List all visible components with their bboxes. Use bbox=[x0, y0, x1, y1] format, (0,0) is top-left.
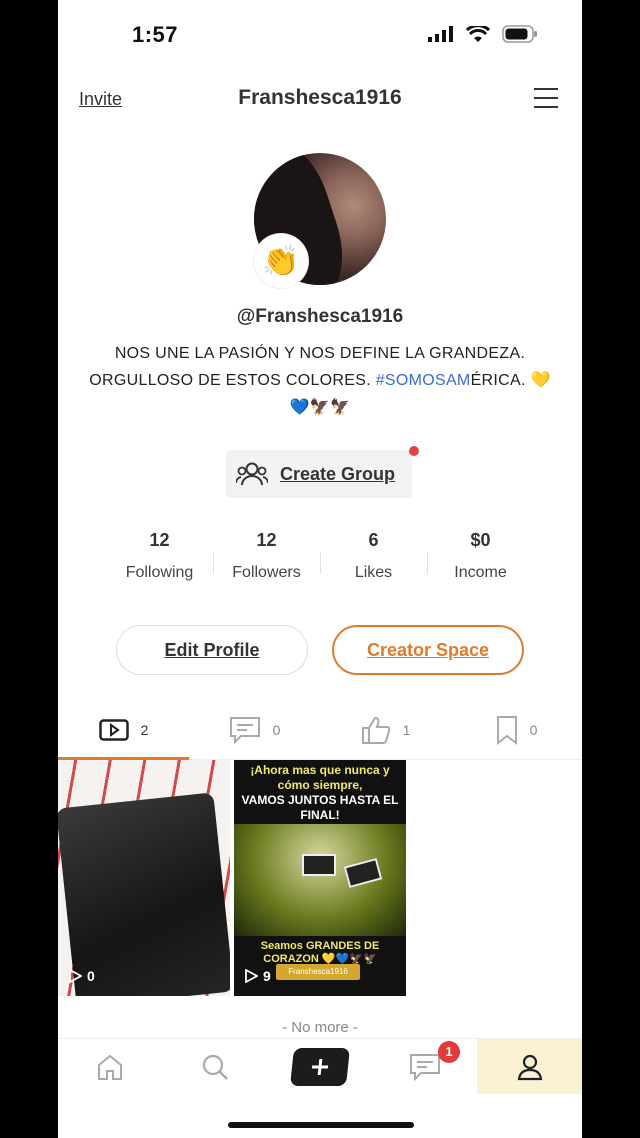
bio-line: NOS UNE LA PASIÓN Y NOS DEFINE LA GRANDE… bbox=[114, 345, 526, 362]
tab-likes[interactable]: 1 bbox=[320, 700, 451, 759]
view-count-value: 0 bbox=[87, 968, 95, 984]
create-group-label: Create Group bbox=[280, 463, 396, 484]
stat-label: Income bbox=[454, 564, 507, 581]
video-grid: 0 ¡Ahora mas que nunca y cómo siempre, V… bbox=[58, 760, 582, 996]
search-icon bbox=[203, 1054, 229, 1080]
home-indicator[interactable] bbox=[228, 1122, 414, 1128]
stat-label: Following bbox=[125, 564, 194, 581]
battery-icon bbox=[502, 25, 537, 43]
caption-line: VAMOS JUNTOS HASTA EL FINAL! bbox=[241, 793, 399, 822]
app-screen: 1:57 Invite Franshesca1916 👏 @Franshesca… bbox=[58, 0, 582, 1138]
thumbnail-image bbox=[234, 824, 406, 936]
view-count: 0 bbox=[68, 968, 95, 984]
view-count: 9 bbox=[244, 968, 271, 984]
stat-followers[interactable]: 12 Followers bbox=[213, 530, 320, 590]
user-handle: @Franshesca1916 bbox=[236, 306, 404, 327]
stat-value: $0 bbox=[470, 530, 491, 550]
stat-income[interactable]: $0 Income bbox=[427, 530, 534, 590]
caption-line: ¡Ahora mas que nunca y cómo siempre, bbox=[250, 763, 390, 792]
video-thumbnail[interactable]: ¡Ahora mas que nunca y cómo siempre, VAM… bbox=[234, 760, 406, 996]
no-more-label: - No more - bbox=[282, 1019, 358, 1036]
status-bar: 1:57 bbox=[58, 0, 582, 70]
nav-home[interactable] bbox=[58, 1039, 163, 1094]
profile-header: Invite Franshesca1916 bbox=[58, 78, 582, 122]
comment-icon bbox=[229, 716, 260, 744]
bottom-nav bbox=[58, 1038, 582, 1094]
thumbnail-stamp: Franshesca1916 bbox=[276, 964, 360, 980]
bio-line: ORGULLOSO DE ESTOS COLORES. #SOMOSAMÉRIC… bbox=[88, 367, 552, 394]
signal-icon bbox=[428, 26, 453, 42]
messages-icon bbox=[409, 1053, 440, 1081]
page-title: Franshesca1916 bbox=[238, 86, 402, 109]
bookmark-icon bbox=[496, 715, 517, 745]
hamburger-menu-icon[interactable] bbox=[534, 88, 558, 110]
bio-line: 💙🦅🦅 bbox=[289, 399, 351, 416]
profile-icon bbox=[517, 1054, 542, 1080]
tab-count: 0 bbox=[529, 721, 538, 738]
stat-label: Likes bbox=[354, 564, 393, 581]
nav-search[interactable] bbox=[163, 1039, 268, 1094]
profile-stats: 12 Following 12 Followers 6 Likes $0 Income bbox=[106, 530, 534, 590]
thumbnail-image bbox=[58, 792, 230, 996]
stat-value: 12 bbox=[256, 530, 277, 550]
video-thumbnail[interactable]: 0 bbox=[58, 760, 230, 996]
play-icon bbox=[245, 969, 258, 983]
nav-profile[interactable] bbox=[477, 1039, 582, 1094]
edit-profile-button[interactable]: Edit Profile bbox=[116, 625, 308, 675]
bio: NOS UNE LA PASIÓN Y NOS DEFINE LA GRANDE… bbox=[88, 340, 552, 421]
create-group-button[interactable]: Create Group bbox=[226, 450, 412, 498]
stat-value: 6 bbox=[368, 530, 379, 550]
view-count-value: 9 bbox=[263, 968, 271, 984]
status-time: 1:57 bbox=[132, 22, 179, 47]
video-icon bbox=[98, 718, 129, 741]
nav-messages[interactable] bbox=[372, 1039, 477, 1094]
play-icon bbox=[69, 969, 82, 983]
group-icon bbox=[236, 462, 268, 486]
notification-dot bbox=[409, 446, 419, 456]
tab-videos[interactable]: 2 bbox=[58, 700, 189, 760]
thumbnail-caption: ¡Ahora mas que nunca y cómo siempre, VAM… bbox=[234, 760, 406, 824]
stat-following[interactable]: 12 Following bbox=[106, 530, 213, 590]
like-icon bbox=[361, 716, 390, 744]
nav-create[interactable] bbox=[268, 1039, 373, 1094]
creator-space-button[interactable]: Creator Space bbox=[332, 625, 524, 675]
stat-likes[interactable]: 6 Likes bbox=[320, 530, 427, 590]
bio-text: ÉRICA. 💛 bbox=[470, 372, 551, 389]
tab-count: 1 bbox=[402, 721, 411, 738]
tab-count: 2 bbox=[140, 721, 149, 738]
stat-value: 12 bbox=[149, 530, 170, 550]
hashtag-link[interactable]: #SOMOSAM bbox=[376, 372, 471, 389]
messages-badge: 1 bbox=[438, 1041, 460, 1063]
bio-text: ORGULLOSO DE ESTOS COLORES. bbox=[89, 372, 376, 389]
stat-label: Followers bbox=[232, 564, 301, 581]
status-icons bbox=[428, 25, 538, 43]
home-icon bbox=[98, 1054, 123, 1080]
tab-count: 0 bbox=[272, 721, 281, 738]
wifi-icon bbox=[466, 25, 490, 42]
content-tabs: 2 0 1 0 bbox=[58, 700, 582, 760]
tab-bookmarks[interactable]: 0 bbox=[451, 700, 582, 759]
plus-icon bbox=[289, 1047, 350, 1086]
tab-comments[interactable]: 0 bbox=[189, 700, 320, 759]
clap-emoji-badge: 👏 bbox=[254, 234, 308, 288]
